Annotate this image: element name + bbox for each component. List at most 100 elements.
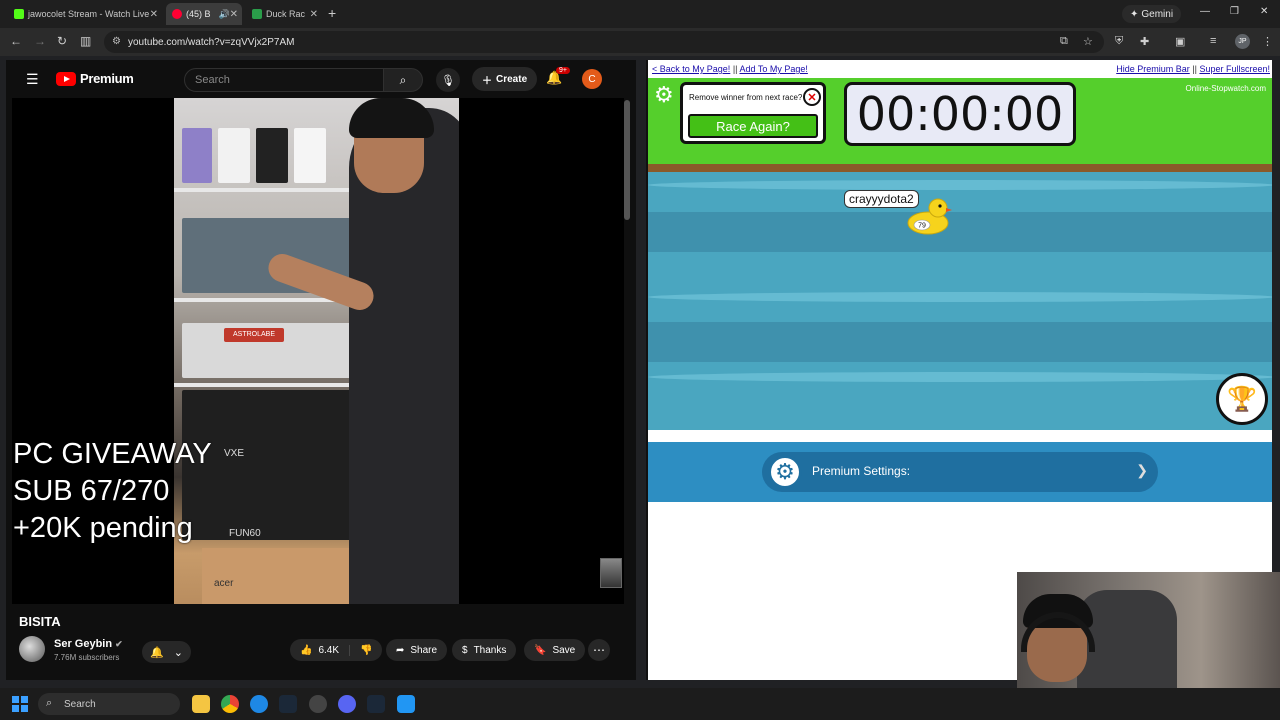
shield-icon[interactable]: ⛨ bbox=[1115, 35, 1123, 48]
url-text: youtube.com/watch?v=zqVVjx2P7AM bbox=[128, 36, 295, 48]
account-avatar[interactable]: C bbox=[582, 69, 602, 89]
site-info-icon[interactable]: ⚙ bbox=[112, 36, 121, 47]
taskbar-search-input[interactable]: ⌕ Search bbox=[38, 693, 180, 715]
super-fullscreen-link[interactable]: Super Fullscreen! bbox=[1199, 64, 1270, 74]
app-icon[interactable] bbox=[309, 695, 327, 713]
settings-gear-icon[interactable]: ⚙ bbox=[654, 82, 674, 108]
create-button[interactable]: ＋ Create bbox=[472, 67, 538, 91]
like-dislike-group: 👍 6.4K 👎 bbox=[290, 639, 383, 661]
plus-icon: ＋ bbox=[482, 75, 492, 87]
close-icon[interactable]: ✕ bbox=[150, 9, 158, 20]
window-close-icon[interactable]: ✕ bbox=[1260, 6, 1268, 17]
sparkle-icon: ✦ bbox=[1130, 8, 1139, 20]
tab-search-icon[interactable]: ▣ bbox=[1175, 35, 1185, 48]
steam-icon[interactable] bbox=[367, 695, 385, 713]
search-button[interactable]: ⌕ bbox=[383, 68, 423, 92]
youtube-play-icon bbox=[56, 71, 76, 86]
chrome-icon[interactable] bbox=[221, 695, 239, 713]
trophy-button[interactable]: 🏆 bbox=[1216, 373, 1268, 425]
separator: || bbox=[732, 64, 740, 74]
tab-kick-stream[interactable]: jawocolet Stream - Watch Live ✕ bbox=[8, 3, 162, 25]
person-hair bbox=[349, 98, 434, 138]
back-icon[interactable]: ← bbox=[10, 34, 22, 48]
discord-icon[interactable] bbox=[338, 695, 356, 713]
add-to-my-page-link[interactable]: Add To My Page! bbox=[740, 64, 808, 74]
close-icon[interactable]: ✕ bbox=[230, 9, 238, 20]
premium-settings-bar: ⚙ Premium Settings: ❯ bbox=[648, 442, 1272, 502]
chevron-down-icon: ⌄ bbox=[173, 646, 183, 659]
share-button[interactable]: ➦ Share bbox=[386, 639, 448, 661]
wave bbox=[648, 180, 1272, 190]
shelf bbox=[174, 188, 374, 192]
remove-winner-toggle-icon[interactable]: ✕ bbox=[803, 88, 821, 106]
taskbar-search-placeholder: Search bbox=[64, 698, 96, 710]
premium-settings-toggle[interactable]: ⚙ Premium Settings: ❯ bbox=[762, 452, 1158, 492]
thumbs-down-icon: 👎 bbox=[360, 644, 373, 656]
create-label: Create bbox=[496, 73, 528, 85]
thanks-icon: $ bbox=[462, 644, 468, 656]
divider bbox=[648, 430, 1272, 438]
minimize-icon[interactable]: — bbox=[1200, 6, 1210, 17]
brand-logo[interactable]: Online-Stopwatch.com bbox=[1186, 84, 1266, 93]
reload-icon[interactable]: ↻ bbox=[57, 34, 67, 48]
verified-icon: ✔ bbox=[115, 639, 123, 649]
like-button[interactable]: 👍 6.4K bbox=[290, 644, 351, 656]
tab-duck-race[interactable]: Duck Rac ✕ bbox=[246, 3, 322, 25]
edge-icon[interactable] bbox=[250, 695, 268, 713]
speaker-icon[interactable]: 🔊 bbox=[219, 9, 230, 20]
channel-name[interactable]: Ser Geybin ✔ bbox=[54, 638, 123, 650]
search-input[interactable]: Search bbox=[184, 68, 384, 92]
water-band bbox=[648, 212, 1272, 252]
windows-start-icon[interactable] bbox=[12, 696, 28, 712]
side-panel-icon[interactable]: ▥ bbox=[80, 34, 91, 48]
tab-youtube[interactable]: (45) B 🔊 ✕ bbox=[166, 3, 242, 25]
microphone-icon: 🎙 bbox=[441, 74, 455, 87]
like-count: 6.4K bbox=[318, 644, 340, 656]
gemini-button[interactable]: ✦ Gemini bbox=[1122, 5, 1182, 23]
gear-icon: ⚙ bbox=[768, 455, 802, 489]
channel-avatar[interactable] bbox=[19, 636, 45, 662]
file-explorer-icon[interactable] bbox=[192, 695, 210, 713]
media-icon[interactable]: ≡ bbox=[1210, 35, 1216, 47]
new-tab-icon[interactable]: + bbox=[328, 5, 336, 21]
product-label: FUN60 bbox=[229, 528, 261, 539]
close-icon[interactable]: ✕ bbox=[310, 9, 318, 20]
cast-icon[interactable]: ⧉ bbox=[1060, 35, 1068, 48]
steam-icon[interactable] bbox=[279, 695, 297, 713]
menu-kebab-icon[interactable]: ⋮ bbox=[1262, 35, 1273, 48]
bookmark-star-icon[interactable]: ☆ bbox=[1083, 35, 1093, 48]
water-track bbox=[648, 172, 1272, 430]
profile-avatar[interactable]: JP bbox=[1235, 34, 1250, 49]
forward-icon[interactable]: → bbox=[34, 34, 46, 48]
logo-text: Premium bbox=[80, 71, 134, 86]
trophy-icon: 🏆 bbox=[1227, 385, 1257, 413]
maximize-icon[interactable]: ❐ bbox=[1230, 6, 1239, 17]
save-button[interactable]: 🔖 Save bbox=[524, 639, 586, 661]
extensions-icon[interactable]: ✚ bbox=[1140, 35, 1149, 48]
back-to-my-page-link[interactable]: < Back to My Page! bbox=[652, 64, 730, 74]
shelf bbox=[174, 383, 374, 387]
dirt-bank bbox=[648, 164, 1272, 172]
youtube-logo[interactable]: Premium bbox=[56, 71, 134, 86]
channel-watermark[interactable] bbox=[600, 558, 622, 588]
notepad-icon[interactable] bbox=[397, 695, 415, 713]
notification-badge: 9+ bbox=[556, 67, 570, 74]
more-actions-button[interactable]: ⋯ bbox=[588, 639, 610, 661]
thanks-button[interactable]: $ Thanks bbox=[452, 639, 517, 661]
voice-search-button[interactable]: 🎙 bbox=[436, 68, 460, 92]
video-player[interactable]: ASTROLABE VXE FUN60 acer PC GIVEAWAY SUB… bbox=[12, 98, 624, 604]
hamburger-menu-icon[interactable]: ☰ bbox=[26, 71, 39, 88]
more-horizontal-icon: ⋯ bbox=[593, 643, 605, 657]
dislike-button[interactable]: 👎 bbox=[350, 645, 382, 656]
share-label: Share bbox=[410, 644, 438, 656]
scrollbar-thumb[interactable] bbox=[624, 100, 630, 220]
video-title: BISITA bbox=[19, 614, 61, 629]
url-input[interactable]: ⚙ youtube.com/watch?v=zqVVjx2P7AM bbox=[104, 31, 1104, 53]
hide-premium-bar-link[interactable]: Hide Premium Bar bbox=[1116, 64, 1190, 74]
race-again-button[interactable]: Race Again? bbox=[688, 114, 818, 138]
subscription-button[interactable]: 🔔 ⌄ bbox=[142, 641, 191, 663]
duck-race-favicon-icon bbox=[252, 9, 262, 19]
product-box bbox=[182, 128, 212, 183]
search-icon: ⌕ bbox=[46, 697, 53, 709]
product-label: VXE bbox=[224, 448, 245, 459]
